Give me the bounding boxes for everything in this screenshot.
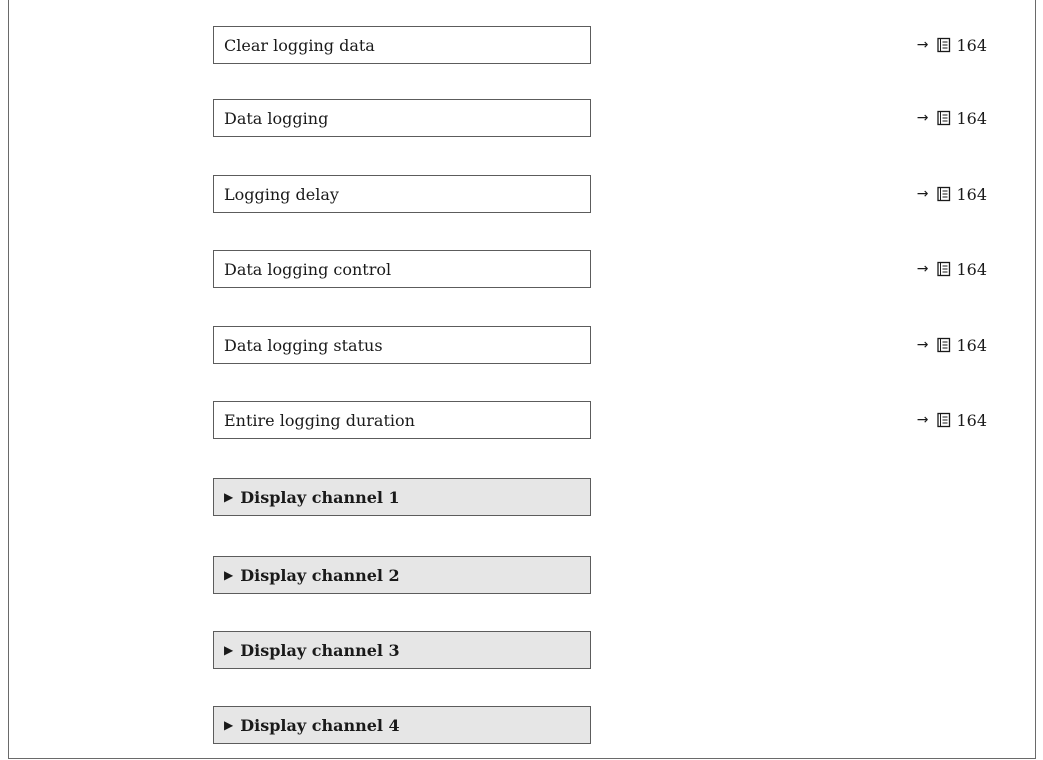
- book-icon: [937, 261, 951, 277]
- submenu-display-channel-4[interactable]: ▶ Display channel 4: [213, 706, 591, 744]
- param-label: Data logging control: [224, 259, 392, 279]
- param-label: Data logging: [224, 108, 329, 128]
- param-box-logging-delay[interactable]: Logging delay: [213, 175, 591, 213]
- param-row-logging-delay: Logging delay → 164: [213, 175, 1033, 213]
- submenu-label: Display channel 4: [240, 715, 400, 735]
- submenu-label: Display channel 1: [240, 487, 400, 507]
- book-icon: [937, 412, 951, 428]
- page-reference-link[interactable]: → 164: [917, 250, 987, 288]
- book-icon: [937, 110, 951, 126]
- submenu-row-display-channel-3: ▶ Display channel 3: [213, 631, 1033, 669]
- param-row-data-logging: Data logging → 164: [213, 99, 1033, 137]
- arrow-right-icon: →: [916, 412, 929, 428]
- submenu-display-channel-2[interactable]: ▶ Display channel 2: [213, 556, 591, 594]
- param-box-data-logging-control[interactable]: Data logging control: [213, 250, 591, 288]
- arrow-right-icon: →: [916, 337, 929, 353]
- page-number: 164: [956, 335, 987, 355]
- page-number: 164: [956, 259, 987, 279]
- submenu-display-channel-1[interactable]: ▶ Display channel 1: [213, 478, 591, 516]
- page-reference-link[interactable]: → 164: [917, 99, 987, 137]
- page-number: 164: [956, 35, 987, 55]
- param-row-clear-logging-data: Clear logging data → 164: [213, 26, 1033, 64]
- param-box-data-logging[interactable]: Data logging: [213, 99, 591, 137]
- triangle-right-icon: ▶: [224, 568, 234, 582]
- page-reference-link[interactable]: → 164: [917, 26, 987, 64]
- param-box-data-logging-status[interactable]: Data logging status: [213, 326, 591, 364]
- triangle-right-icon: ▶: [224, 490, 234, 504]
- submenu-label: Display channel 2: [240, 565, 400, 585]
- book-icon: [937, 186, 951, 202]
- page-number: 164: [956, 108, 987, 128]
- arrow-right-icon: →: [916, 186, 929, 202]
- submenu-row-display-channel-1: ▶ Display channel 1: [213, 478, 1033, 516]
- page-reference-link[interactable]: → 164: [917, 326, 987, 364]
- triangle-right-icon: ▶: [224, 643, 234, 657]
- arrow-right-icon: →: [916, 37, 929, 53]
- param-box-entire-logging-duration[interactable]: Entire logging duration: [213, 401, 591, 439]
- param-label: Data logging status: [224, 335, 383, 355]
- submenu-row-display-channel-4: ▶ Display channel 4: [213, 706, 1033, 744]
- page-reference-link[interactable]: → 164: [917, 401, 987, 439]
- triangle-right-icon: ▶: [224, 718, 234, 732]
- page-number: 164: [956, 410, 987, 430]
- arrow-right-icon: →: [916, 110, 929, 126]
- arrow-right-icon: →: [916, 261, 929, 277]
- param-row-entire-logging-duration: Entire logging duration → 164: [213, 401, 1033, 439]
- book-icon: [937, 37, 951, 53]
- submenu-row-display-channel-2: ▶ Display channel 2: [213, 556, 1033, 594]
- param-label: Logging delay: [224, 184, 339, 204]
- param-row-data-logging-status: Data logging status → 164: [213, 326, 1033, 364]
- book-icon: [937, 337, 951, 353]
- param-box-clear-logging-data[interactable]: Clear logging data: [213, 26, 591, 64]
- param-row-data-logging-control: Data logging control → 164: [213, 250, 1033, 288]
- page-reference-link[interactable]: → 164: [917, 175, 987, 213]
- param-label: Clear logging data: [224, 35, 375, 55]
- param-label: Entire logging duration: [224, 410, 415, 430]
- page-number: 164: [956, 184, 987, 204]
- submenu-label: Display channel 3: [240, 640, 400, 660]
- submenu-display-channel-3[interactable]: ▶ Display channel 3: [213, 631, 591, 669]
